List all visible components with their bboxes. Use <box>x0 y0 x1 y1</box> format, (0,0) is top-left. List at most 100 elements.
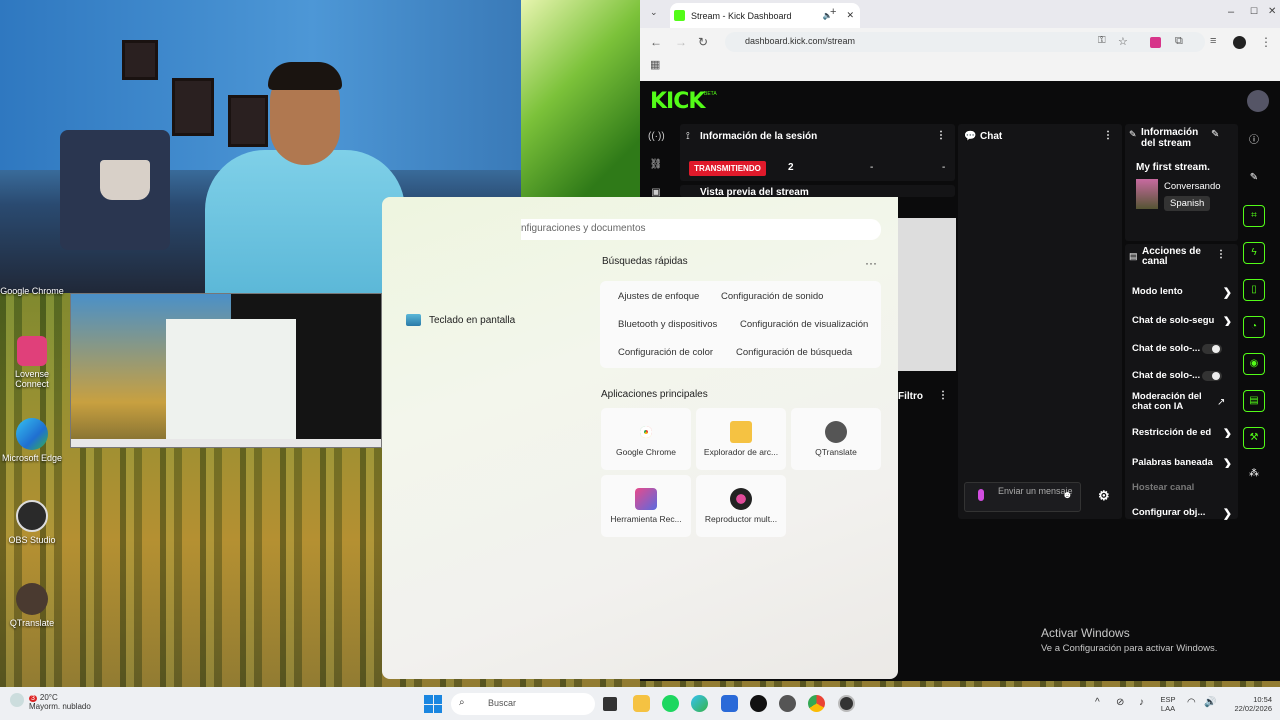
desktop-icon-qtranslate[interactable]: QTranslate <box>0 583 64 628</box>
chip-bluetooth[interactable]: Bluetooth y dispositivos <box>610 315 725 334</box>
nodes-icon[interactable]: ⁂ <box>1243 464 1265 486</box>
chip-display-settings[interactable]: Configuración de visualización <box>732 315 876 334</box>
volume-icon[interactable]: 🔊 <box>1204 697 1216 708</box>
forward-icon[interactable]: → <box>675 35 687 49</box>
new-tab-button[interactable]: + <box>830 6 836 18</box>
maximize-button[interactable]: ☐ <box>1250 6 1258 17</box>
action-configure-goals[interactable]: Configurar obj... ❯ <box>1132 507 1232 520</box>
app-tile-media-player[interactable]: Reproductor mult... <box>696 475 786 537</box>
edit-pencil-icon[interactable]: ✎ <box>1129 129 1137 140</box>
search-icon: ⌕ <box>459 697 465 708</box>
document-icon[interactable]: ▯ <box>1243 279 1265 301</box>
chat-settings-gear-icon[interactable]: ⚙ <box>1098 488 1110 504</box>
chip-sound-settings[interactable]: Configuración de sonido <box>713 287 831 306</box>
info-icon[interactable]: ⓘ <box>1243 131 1265 153</box>
clock[interactable]: 10:54 22/02/2026 <box>1222 695 1272 713</box>
edit-pencil-icon[interactable]: ✎ <box>1211 129 1219 140</box>
external-link-icon[interactable]: ↗ <box>1217 397 1225 408</box>
network-off-icon[interactable]: ⊘ <box>1116 697 1124 708</box>
desktop-icon-obs[interactable]: OBS Studio <box>0 500 64 545</box>
toggle-switch[interactable] <box>1202 344 1222 354</box>
panel-menu-icon[interactable]: ⋮ <box>1103 130 1113 141</box>
screenshot-icon[interactable]: ⌗ <box>1243 205 1265 227</box>
show-hidden-icons-chevron-icon[interactable]: ^ <box>1095 697 1100 708</box>
chat-bubble-icon[interactable]: ◔ <box>1243 316 1265 338</box>
profile-avatar-icon[interactable] <box>1233 36 1246 49</box>
result-on-screen-keyboard[interactable]: Teclado en pantalla <box>406 314 515 326</box>
tiktok-icon[interactable] <box>750 695 767 712</box>
language-indicator[interactable]: ESP LAA <box>1156 695 1180 713</box>
action-chat-only-1[interactable]: Chat de solo-... <box>1132 343 1232 354</box>
wifi-icon[interactable]: ◠ <box>1187 697 1196 708</box>
action-banned-words[interactable]: Palabras baneada ❯ <box>1132 457 1232 468</box>
apps-grid-icon[interactable]: ▦ <box>650 58 660 71</box>
obs-icon[interactable] <box>838 695 855 712</box>
broadcast-icon[interactable]: ((·)) <box>648 131 665 147</box>
password-key-icon[interactable]: ⚿ <box>1098 35 1106 46</box>
edit-pencil-icon[interactable]: ✎ <box>1243 168 1265 190</box>
panel-menu-icon[interactable]: ⋮ <box>1216 249 1226 260</box>
file-explorer-icon[interactable] <box>633 695 650 712</box>
window-thumbnail-preview[interactable] <box>70 293 382 448</box>
task-view-icon[interactable] <box>603 697 617 711</box>
wrench-icon[interactable]: ⚒ <box>1243 427 1265 449</box>
taskbar-search[interactable]: Buscar <box>451 693 595 715</box>
weather-widget[interactable]: 3 20°C Mayorm. nublado <box>10 693 91 711</box>
emoji-icon[interactable]: ☻ <box>1062 490 1073 501</box>
desktop-icon-label: QTranslate <box>9 618 55 628</box>
app-tile-chrome[interactable]: Google Chrome <box>601 408 691 470</box>
start-button-windows-icon[interactable] <box>424 695 442 713</box>
action-edit-restriction[interactable]: Restricción de ed ❯ <box>1132 427 1232 438</box>
lightning-icon[interactable]: ϟ <box>1243 242 1265 264</box>
back-icon[interactable]: ← <box>650 35 662 49</box>
media-controls-icon[interactable]: ≡ <box>1210 35 1216 47</box>
edge-icon[interactable] <box>691 695 708 712</box>
toggle-switch[interactable] <box>1202 371 1222 381</box>
app-tile-qtranslate[interactable]: QTranslate <box>791 408 881 470</box>
more-options-icon[interactable]: ··· <box>865 256 877 270</box>
extensions-puzzle-icon[interactable]: ⧉ <box>1175 35 1183 48</box>
desktop-icon-chrome[interactable]: Google Chrome <box>0 286 64 296</box>
search-box[interactable]: nfiguraciones y documentos <box>521 219 881 240</box>
app-tile-snipping-tool[interactable]: Herramienta Rec... <box>601 475 691 537</box>
chip-color-settings[interactable]: Configuración de color <box>610 343 721 362</box>
panel-menu-icon[interactable]: ⋮ <box>938 390 948 401</box>
address-bar[interactable]: dashboard.kick.com/stream <box>725 32 1205 52</box>
tab-title: Stream - Kick Dashboard <box>691 10 792 21</box>
action-followers-only[interactable]: Chat de solo-segu ❯ <box>1132 315 1232 326</box>
action-label: Palabras baneada <box>1132 457 1213 468</box>
chip-focus-settings[interactable]: Ajustes de enfoque <box>610 287 707 306</box>
chrome-icon[interactable] <box>808 695 825 712</box>
kick-logo[interactable]: KICK <box>650 89 705 114</box>
extension-icon[interactable] <box>1150 37 1161 48</box>
menu-kebab-icon[interactable]: ⋮ <box>1260 35 1272 49</box>
close-tab-icon[interactable]: ✕ <box>846 10 854 21</box>
action-slow-mode[interactable]: Modo lento ❯ <box>1132 286 1232 299</box>
desktop-icon-edge[interactable]: Microsoft Edge <box>0 418 64 463</box>
bookmark-star-icon[interactable]: ☆ <box>1118 35 1128 48</box>
reload-icon[interactable]: ↻ <box>698 35 708 49</box>
close-window-button[interactable]: ✕ <box>1268 6 1276 17</box>
desktop-icon-lovense[interactable]: Lovense Connect <box>0 336 64 389</box>
panel-menu-icon[interactable]: ⋮ <box>936 130 946 141</box>
action-chat-only-2[interactable]: Chat de solo-... <box>1132 370 1232 381</box>
live-status-badge: TRANSMITIENDO <box>689 161 766 176</box>
tab-search-icon[interactable]: ⌄ <box>650 7 658 18</box>
spotify-icon[interactable] <box>662 695 679 712</box>
qtranslate-icon[interactable] <box>779 695 796 712</box>
taskbar-search-label: Buscar <box>488 698 517 708</box>
microphone-icon[interactable] <box>978 489 984 501</box>
microphone-icon[interactable]: ♪ <box>1139 697 1144 708</box>
user-avatar[interactable] <box>1247 90 1269 112</box>
minimize-button[interactable]: – <box>1228 6 1234 18</box>
chip-search-settings[interactable]: Configuración de búsqueda <box>728 343 860 362</box>
store-icon[interactable] <box>721 695 738 712</box>
link-icon[interactable]: ⛓ <box>648 159 664 175</box>
stream-preview-panel: Vista previa del stream <box>680 185 955 197</box>
app-tile-file-explorer[interactable]: Explorador de arc... <box>696 408 786 470</box>
action-ai-moderation[interactable]: Moderación del chat con IA <box>1132 392 1212 412</box>
app-label: Explorador de arc... <box>703 447 779 457</box>
broadcast-icon[interactable]: ◉ <box>1243 353 1265 375</box>
filter-label[interactable]: Filtro <box>898 391 923 402</box>
layout-icon[interactable]: ▤ <box>1243 390 1265 412</box>
